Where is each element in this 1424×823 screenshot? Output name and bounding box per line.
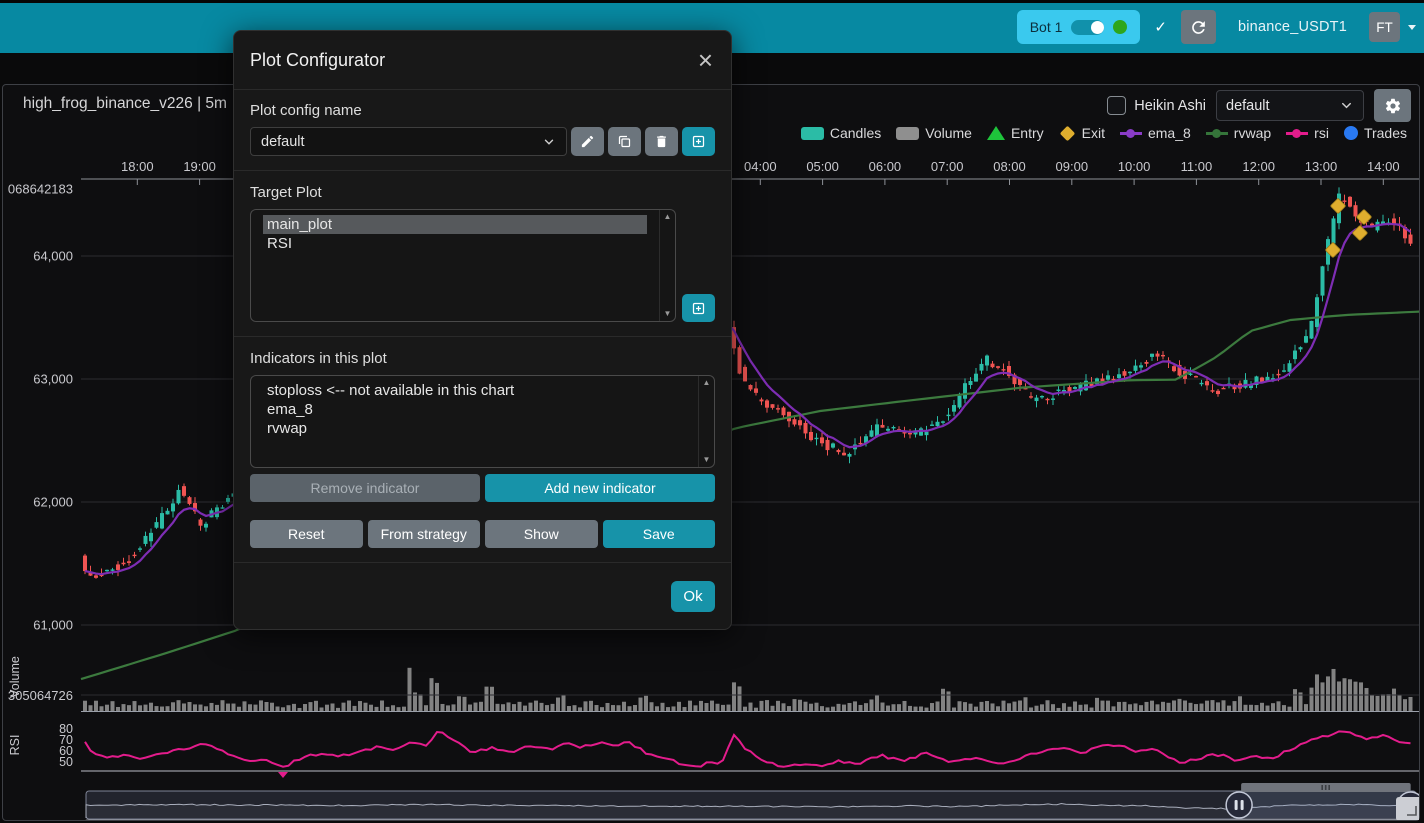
pencil-icon (580, 134, 595, 149)
navigator-window[interactable] (1239, 792, 1411, 818)
edit-config-button[interactable] (571, 127, 604, 156)
svg-text:64,000: 64,000 (33, 249, 73, 264)
plot-config-name-select[interactable]: default (250, 127, 567, 156)
navigator[interactable] (85, 783, 1419, 820)
svg-text:61,000: 61,000 (33, 618, 73, 633)
reset-button[interactable]: Reset (250, 520, 363, 548)
indicators-listbox: stoploss <-- not available in this chart… (250, 375, 715, 468)
plot-configurator-modal: Plot Configurator × Plot config name def… (233, 30, 732, 630)
ok-button[interactable]: Ok (671, 581, 715, 612)
add-new-indicator-button[interactable]: Add new indicator (485, 474, 715, 502)
svg-text:63,000: 63,000 (33, 372, 73, 387)
divider (234, 336, 731, 337)
rsi-line (85, 731, 1411, 766)
modal-close-button[interactable]: × (696, 50, 715, 70)
refresh-icon (1189, 18, 1208, 37)
modal-header: Plot Configurator × (234, 31, 731, 90)
navbar-right-cluster: Bot 1 ✓ binance_USDT1 FT (1017, 10, 1416, 44)
bot-toggle[interactable] (1071, 20, 1104, 35)
bot-name-label: Bot 1 (1030, 19, 1063, 35)
svg-text:50: 50 (59, 755, 73, 769)
target-plot-listbox: main_plotRSI ▲ ▼ (250, 209, 676, 322)
horizontal-scrollbar[interactable] (85, 820, 1419, 821)
modal-body: Plot config name default (234, 90, 731, 562)
svg-text:04:00: 04:00 (744, 159, 777, 174)
target-plot-label: Target Plot (250, 184, 715, 201)
svg-text:10:00: 10:00 (1118, 159, 1151, 174)
bot-online-dot (1113, 20, 1127, 34)
svg-text:06:00: 06:00 (869, 159, 902, 174)
navigator-left-handle[interactable] (1226, 792, 1252, 818)
divider (234, 170, 731, 171)
check-icon: ✓ (1154, 18, 1167, 36)
indicators-label: Indicators in this plot (250, 350, 715, 367)
remove-indicator-button[interactable]: Remove indicator (250, 474, 480, 502)
rsi-min-marker (278, 772, 288, 778)
indicator-item[interactable]: stoploss <-- not available in this chart (263, 381, 686, 400)
indicator-item[interactable]: ema_8 (263, 400, 686, 419)
svg-text:12:00: 12:00 (1242, 159, 1275, 174)
svg-text:13:00: 13:00 (1305, 159, 1338, 174)
show-button[interactable]: Show (485, 520, 598, 548)
modal-title: Plot Configurator (250, 50, 385, 71)
scroll-down-icon[interactable]: ▼ (664, 310, 672, 318)
copy-icon (617, 134, 632, 149)
svg-text:07:00: 07:00 (931, 159, 964, 174)
target-plot-row: main_plotRSI ▲ ▼ (250, 209, 715, 322)
save-button[interactable]: Save (603, 520, 716, 548)
scroll-down-icon[interactable]: ▼ (703, 456, 711, 464)
volume-pane-label: Volume (8, 656, 22, 698)
svg-text:19:00: 19:00 (183, 159, 216, 174)
svg-text:068642183: 068642183 (8, 181, 73, 196)
add-target-plot-button[interactable] (682, 294, 715, 322)
plot-config-name-value: default (261, 134, 305, 150)
caret-down-icon[interactable] (1408, 25, 1416, 30)
svg-text:18:00: 18:00 (121, 159, 154, 174)
scrollbar[interactable]: ▲ ▼ (659, 210, 675, 321)
target-plot-item[interactable]: main_plot (263, 215, 647, 234)
chevron-down-icon (542, 135, 556, 149)
duplicate-config-button[interactable] (608, 127, 641, 156)
plot-config-row: default (250, 127, 715, 156)
scrollbar[interactable]: ▲ ▼ (698, 376, 714, 467)
rsi-pane-label: RSI (8, 735, 22, 756)
add-config-button[interactable] (682, 127, 715, 156)
freqtrade-app: Bot 1 ✓ binance_USDT1 FT high_frog_binan… (0, 0, 1424, 823)
scroll-up-icon[interactable]: ▲ (664, 213, 672, 221)
scroll-up-icon[interactable]: ▲ (703, 379, 711, 387)
svg-text:14:00: 14:00 (1367, 159, 1400, 174)
svg-text:05:00: 05:00 (806, 159, 839, 174)
target-plot-item[interactable]: RSI (263, 234, 647, 253)
indicator-item[interactable]: rvwap (263, 419, 686, 438)
refresh-button[interactable] (1181, 10, 1216, 44)
trash-icon (654, 134, 669, 149)
svg-text:62,000: 62,000 (33, 495, 73, 510)
exit-marker-diamond (1356, 209, 1372, 225)
from-strategy-button[interactable]: From strategy (368, 520, 481, 548)
volume-bars (83, 668, 1413, 711)
svg-text:09:00: 09:00 (1056, 159, 1089, 174)
plot-config-name-label: Plot config name (250, 102, 715, 119)
modal-footer: Ok (234, 562, 731, 629)
svg-text:08:00: 08:00 (993, 159, 1026, 174)
resize-corner-handle[interactable] (1396, 797, 1419, 820)
plus-square-icon (691, 301, 706, 316)
rsi-pane: 80706050RSI (8, 722, 1419, 778)
delete-config-button[interactable] (645, 127, 678, 156)
pair-label: binance_USDT1 (1238, 19, 1347, 35)
svg-text:11:00: 11:00 (1181, 159, 1213, 174)
plus-square-icon (691, 134, 706, 149)
bot-selector-chip[interactable]: Bot 1 (1017, 10, 1141, 44)
ft-menu-button[interactable]: FT (1369, 12, 1400, 42)
toggle-knob (1091, 21, 1104, 34)
